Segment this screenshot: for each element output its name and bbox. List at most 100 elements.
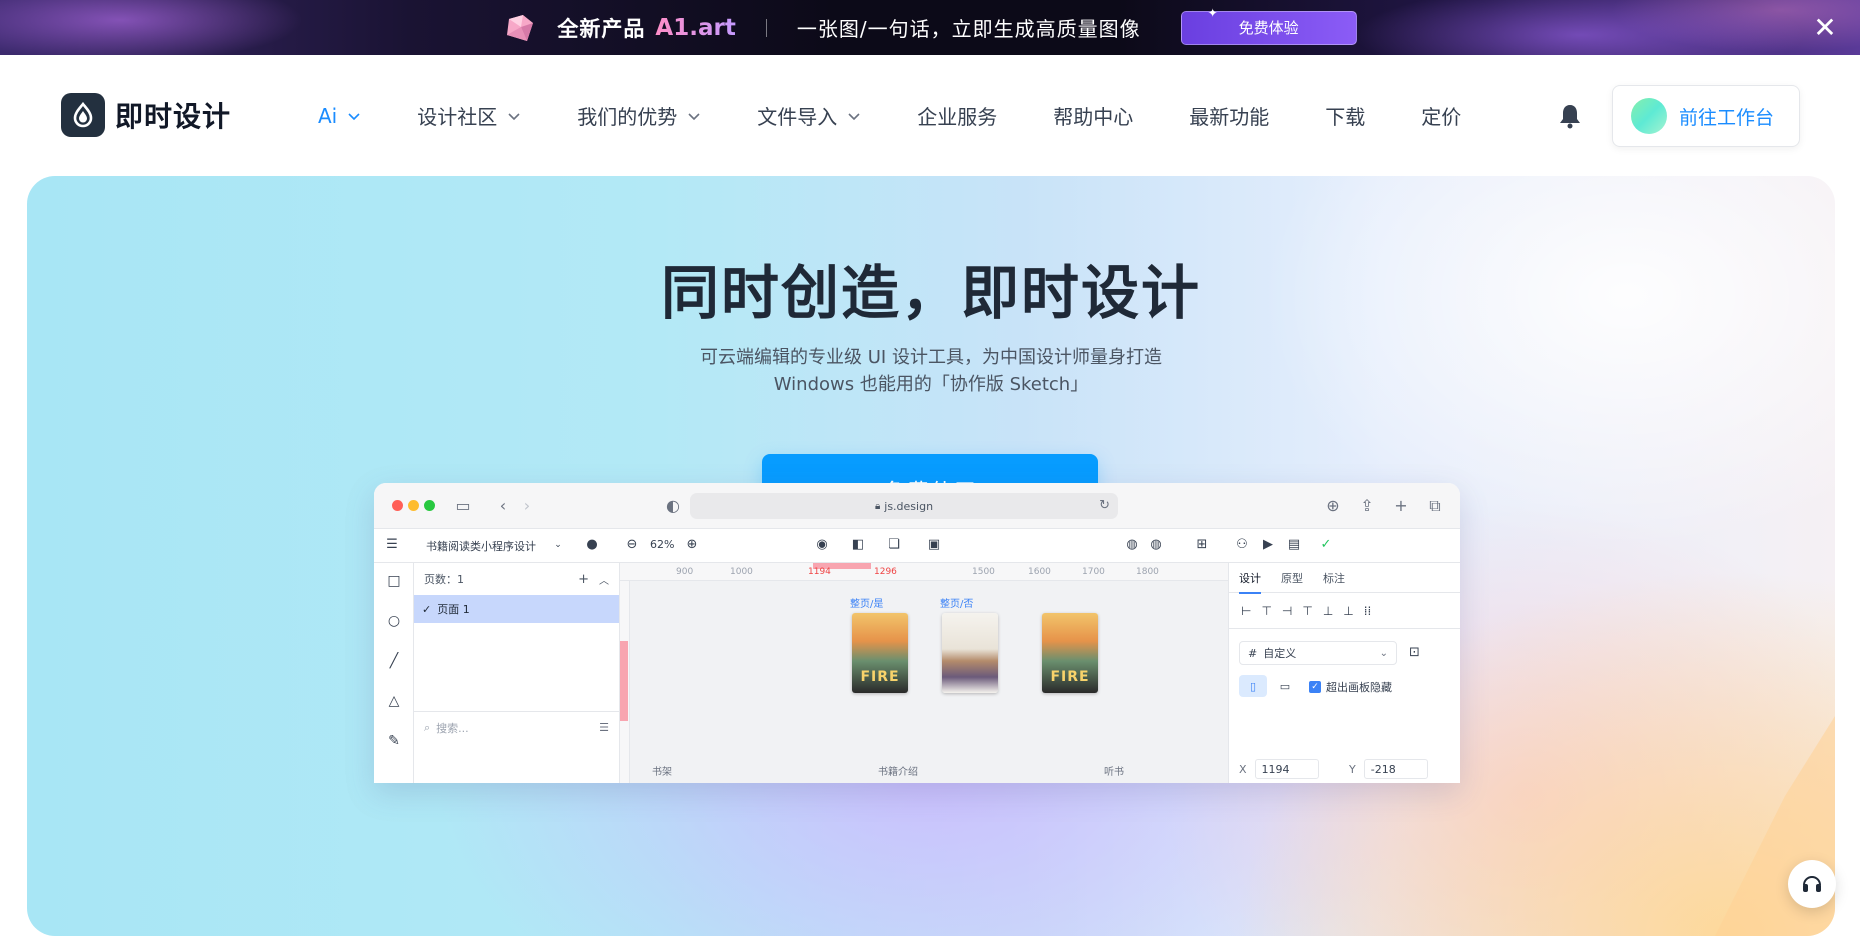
align-tools: ⊢ ⊤ ⊣ ⊤ ⊥ ⊥ ⁞⁞ bbox=[1229, 593, 1460, 629]
ellipse-tool-icon: ○ bbox=[387, 613, 401, 629]
page-item: ✓ 页面 1 bbox=[414, 595, 619, 623]
book-cover-thumbnail bbox=[942, 613, 998, 693]
layer-search: ⌕ 搜索... ☰ bbox=[414, 711, 619, 743]
boolean-icon: ◉ bbox=[816, 537, 828, 552]
frame-preset-select: # 自定义 ⌄ bbox=[1239, 641, 1397, 665]
nav-item-help[interactable]: 帮助中心 bbox=[1053, 101, 1133, 130]
ruler-tick: 1194 bbox=[808, 567, 831, 577]
go-to-workbench-button[interactable]: 前往工作台 bbox=[1612, 85, 1800, 147]
line-tool-icon: ╱ bbox=[389, 653, 399, 669]
nav-item-label: 企业服务 bbox=[917, 105, 998, 129]
nav-item-new-features[interactable]: 最新功能 bbox=[1189, 101, 1269, 130]
search-icon: ⌕ bbox=[424, 720, 431, 734]
close-icon[interactable]: ✕ bbox=[1810, 13, 1840, 43]
chevron-down-icon bbox=[688, 112, 700, 120]
nav-item-download[interactable]: 下载 bbox=[1325, 101, 1365, 130]
y-value: -218 bbox=[1363, 759, 1428, 779]
nav-item-advantages[interactable]: 我们的优势 bbox=[577, 101, 701, 130]
canvas-frame-label: 听书 bbox=[1104, 767, 1124, 778]
nav-item-label: 设计社区 bbox=[417, 105, 498, 129]
nav-item-label: 文件导入 bbox=[757, 105, 838, 129]
download-icon: ⊕ bbox=[1326, 496, 1340, 515]
align-bottom-icon: ⊥ bbox=[1343, 603, 1354, 618]
file-name: 书籍阅读类小程序设计 bbox=[426, 540, 536, 553]
ruler-tick: 1500 bbox=[972, 567, 995, 577]
headset-icon bbox=[1803, 876, 1821, 892]
share-people-icon: ⚇ bbox=[1236, 537, 1248, 552]
polygon-tool-icon: △ bbox=[388, 693, 400, 709]
new-tab-icon: + bbox=[1394, 496, 1408, 515]
promo-divider bbox=[765, 18, 767, 37]
close-dot-icon bbox=[392, 500, 403, 511]
layout-icon: ▤ bbox=[1287, 537, 1301, 552]
pages-header: 页数：1 + ︿ bbox=[414, 563, 619, 595]
sparkle-icon: ✦ bbox=[1207, 5, 1218, 20]
collaborator-avatar-icon: ◍ bbox=[1126, 537, 1138, 552]
align-center-icon: ⊤ bbox=[1261, 603, 1272, 618]
ruler-tick: 1000 bbox=[730, 567, 753, 577]
align-left-icon: ⊢ bbox=[1241, 603, 1252, 618]
nav-item-community[interactable]: 设计社区 bbox=[417, 101, 521, 130]
share-icon: ⇪ bbox=[1360, 496, 1374, 515]
promo-brand[interactable]: A1.art bbox=[655, 15, 735, 41]
url-bar: 🔒︎ js.design ↻ bbox=[690, 493, 1118, 519]
horizontal-ruler: 900 1000 1194 1296 1500 1600 1700 1800 bbox=[620, 563, 1228, 581]
clip-content-label: 超出画板隐藏 bbox=[1326, 681, 1392, 694]
inspector-panel: 设计 原型 标注 ⊢ ⊤ ⊣ ⊤ ⊥ ⊥ ⁞⁞ # 自定义 ⌄ ⊡ ▯ ▭ ✓ … bbox=[1228, 563, 1460, 783]
logo-text: 即时设计 bbox=[115, 100, 232, 133]
ruler-tick: 1296 bbox=[874, 567, 897, 577]
hero-subtitle: 可云端编辑的专业级 UI 设计工具，为中国设计师量身打造 Windows 也能用… bbox=[27, 344, 1835, 398]
search-placeholder: 搜索... bbox=[436, 721, 469, 735]
nav-item-label: 下载 bbox=[1325, 105, 1366, 129]
frame-icon: # bbox=[1248, 646, 1258, 660]
top-nav: 即时设计 Ai 设计社区 我们的优势 文件导入 企业服务 帮助中心 最新功能 下… bbox=[0, 55, 1860, 175]
chevron-down-icon bbox=[508, 112, 520, 120]
free-trial-button[interactable]: ✦ 免费体验 bbox=[1180, 6, 1357, 45]
nav-item-label: 帮助中心 bbox=[1053, 105, 1134, 129]
customer-support-button[interactable] bbox=[1788, 860, 1836, 908]
gem-icon bbox=[507, 14, 534, 41]
workbench-label: 前往工作台 bbox=[1679, 106, 1775, 129]
checkbox-checked-icon: ✓ bbox=[1309, 681, 1321, 693]
y-label: Y bbox=[1349, 762, 1356, 776]
chevron-down-icon: ⌄ bbox=[1379, 647, 1388, 659]
cover-title: FIRE bbox=[860, 669, 900, 685]
hero-subtitle-line-2: Windows 也能用的「协作版 Sketch」 bbox=[773, 374, 1089, 395]
minimize-dot-icon bbox=[408, 500, 419, 511]
nav-item-ai[interactable]: Ai bbox=[318, 104, 361, 128]
tabs-overview-icon: ⧉ bbox=[1429, 496, 1441, 515]
main-menu: Ai 设计社区 我们的优势 文件导入 企业服务 帮助中心 最新功能 下载 定价 bbox=[318, 101, 1517, 130]
forward-icon: › bbox=[523, 496, 531, 515]
logo-mark-icon bbox=[61, 93, 105, 137]
url-text: js.design bbox=[884, 499, 934, 513]
reload-icon: ↻ bbox=[1099, 498, 1110, 513]
component-icon: ❏ bbox=[888, 537, 900, 552]
align-right-icon: ⊣ bbox=[1281, 603, 1293, 618]
page-name: 页面 1 bbox=[437, 603, 470, 616]
nav-item-pricing[interactable]: 定价 bbox=[1421, 101, 1461, 130]
frame-label: 整页/否 bbox=[940, 599, 974, 610]
x-value: 1194 bbox=[1254, 759, 1319, 779]
canvas-frame-label: 书架 bbox=[652, 767, 672, 778]
check-icon: ✓ bbox=[422, 602, 432, 616]
bell-icon[interactable] bbox=[1558, 103, 1582, 129]
tab-annotate: 标注 bbox=[1323, 571, 1345, 585]
portrait-icon: ▯ bbox=[1239, 675, 1267, 697]
chevron-down-icon: ⌄ bbox=[554, 540, 562, 550]
frame-label: 整页/是 bbox=[850, 599, 884, 610]
orientation-toggle: ▯ ▭ bbox=[1239, 675, 1299, 697]
book-cover-thumbnail: FIRE bbox=[852, 613, 908, 693]
promo-content: 全新产品 A1.art 一张图/一句话，立即生成高质量图像 ✦ 免费体验 bbox=[503, 6, 1357, 45]
saved-check-icon: ✓ bbox=[1320, 537, 1332, 552]
nav-item-import[interactable]: 文件导入 bbox=[757, 101, 861, 130]
nav-item-enterprise[interactable]: 企业服务 bbox=[917, 101, 997, 130]
nav-item-label: 我们的优势 bbox=[577, 105, 678, 129]
logo[interactable]: 即时设计 bbox=[61, 93, 231, 137]
pages-count: 页数：1 bbox=[424, 573, 464, 586]
nav-item-label: 定价 bbox=[1421, 105, 1462, 129]
nav-item-label: Ai bbox=[318, 103, 338, 128]
align-top-icon: ⊤ bbox=[1302, 603, 1313, 618]
zoom-in-icon: ⊕ bbox=[686, 537, 698, 552]
ruler-tick: 1800 bbox=[1136, 567, 1159, 577]
ruler-tick: 1700 bbox=[1082, 567, 1105, 577]
